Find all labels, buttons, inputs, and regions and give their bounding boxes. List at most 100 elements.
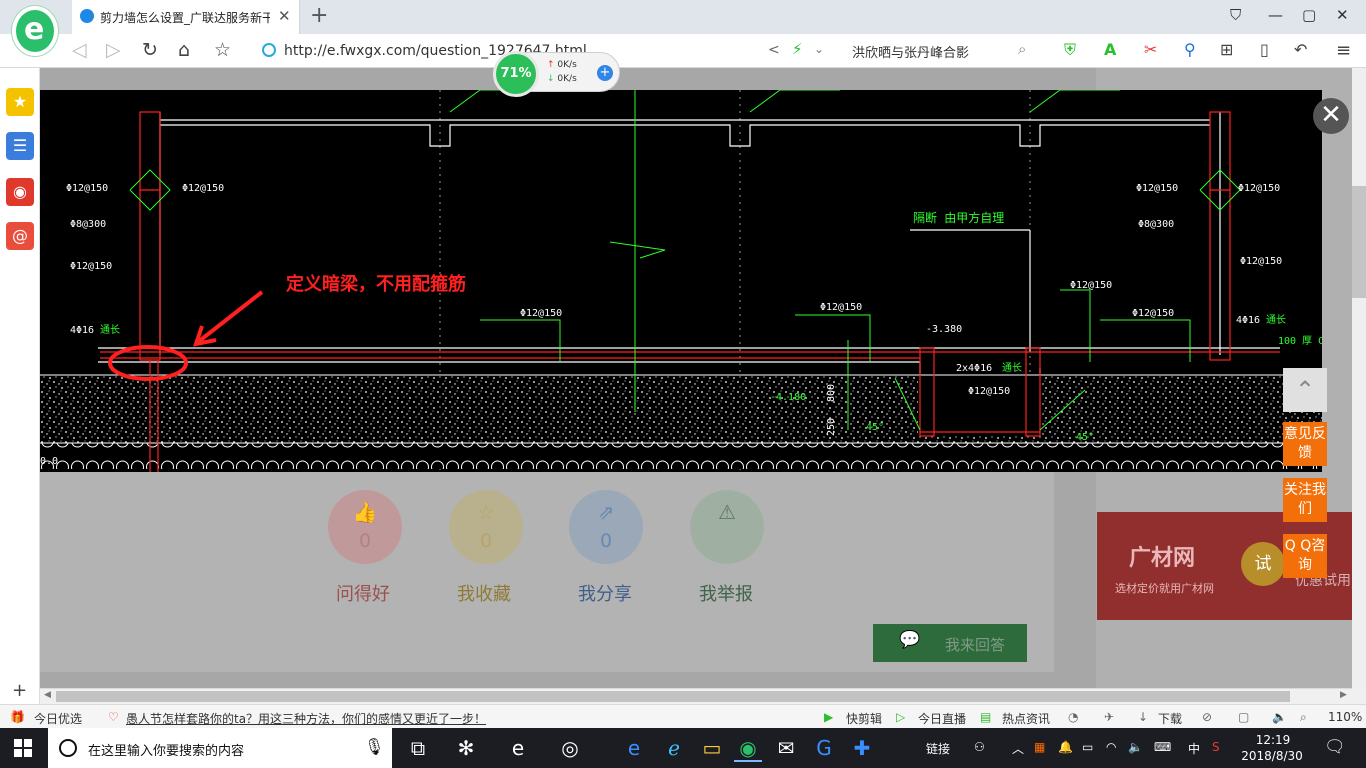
refresh-icon[interactable]: ↻	[142, 39, 158, 61]
glodon-icon[interactable]: G	[810, 734, 838, 762]
stat-good-question[interactable]: 👍 0	[328, 490, 402, 564]
scissors-icon[interactable]: ✂	[1144, 40, 1157, 59]
stat-icon: ⇗	[597, 500, 615, 524]
vertical-scrollbar[interactable]	[1352, 68, 1366, 688]
apps-icon[interactable]: ⊞	[1220, 40, 1233, 59]
sidebar-favorites-icon[interactable]: ★	[6, 88, 34, 116]
scroll-right-icon[interactable]: ▶	[1340, 690, 1347, 700]
horizontal-scroll-thumb[interactable]	[56, 691, 1290, 702]
speed-test-icon[interactable]: ◔	[1068, 710, 1078, 724]
speed-mode-icon[interactable]: ⚡	[792, 40, 803, 58]
scroll-left-icon[interactable]: ◀	[44, 690, 51, 700]
stat-favorite[interactable]: ☆ 0	[449, 490, 523, 564]
label-rebar-left-4: Φ12@150	[70, 261, 112, 272]
close-lightbox-button[interactable]: ✕	[1313, 98, 1349, 134]
windows-start-icon[interactable]	[14, 739, 32, 757]
mail-icon[interactable]: ✉	[772, 734, 800, 762]
action-center-icon[interactable]: 🗨	[1324, 737, 1346, 757]
quick-edit-link[interactable]: 快剪辑	[846, 710, 882, 727]
sidebar-mail-icon[interactable]: @	[6, 222, 34, 250]
mute-icon[interactable]: 🔈	[1272, 710, 1287, 724]
window-bookmark-icon[interactable]: ⛉	[1230, 6, 1241, 24]
window-icon[interactable]: ▢	[1238, 710, 1249, 724]
label-rebar-right-5: Φ12@150	[1070, 280, 1112, 291]
site-info-icon[interactable]	[262, 43, 276, 57]
browser-tab[interactable]: 剪力墙怎么设置_广联达服务新干线 ✕	[72, 0, 300, 34]
label-rebar-right-2: Φ12@150	[1238, 183, 1280, 194]
label-partition: 隔断 由甲方自理	[913, 210, 1004, 225]
magnifier-icon[interactable]: ⚲	[1184, 40, 1196, 59]
stat-share[interactable]: ⇗ 0	[569, 490, 643, 564]
notification-bell-icon[interactable]: 🔔	[1058, 740, 1073, 754]
home-icon[interactable]: ⌂	[178, 39, 190, 61]
live-link[interactable]: 今日直播	[918, 710, 966, 727]
tray-expand-icon[interactable]: ︿	[1012, 740, 1024, 757]
battery-icon[interactable]: ▭	[1082, 740, 1093, 754]
clock-time[interactable]: 12:19	[1248, 733, 1298, 747]
taskbar-search-input[interactable]: 在这里输入你要搜索的内容	[88, 740, 244, 759]
clock-date[interactable]: 2018/8/30	[1236, 749, 1308, 763]
ie-icon[interactable]: ℯ	[660, 734, 688, 762]
ad-logo: 广材网	[1129, 546, 1196, 571]
restore-button[interactable]: ▢	[1302, 6, 1316, 24]
network-speed-widget[interactable]: 71% ↑ 0K/s ↓ 0K/s +	[493, 51, 620, 97]
clean-icon[interactable]: ⊘	[1202, 710, 1212, 724]
forward-icon[interactable]: ▷	[106, 39, 121, 61]
reader-icon[interactable]: ▯	[1260, 40, 1269, 59]
feedback-button[interactable]: 意见反馈	[1283, 422, 1327, 466]
answer-button[interactable]: 💬 我来回答	[873, 624, 1027, 662]
chevron-down-icon[interactable]: ⌄	[814, 42, 824, 56]
headline-link[interactable]: 愚人节怎样套路你的ta？用这三种方法，你们的感情又更近了一步！	[126, 710, 486, 727]
pin-icon[interactable]: ✈	[1104, 710, 1114, 724]
tray-app-icon[interactable]: ▦	[1034, 740, 1045, 754]
people-icon[interactable]: ⚇	[974, 740, 985, 754]
speed-boost-icon[interactable]: +	[597, 65, 613, 81]
ime-indicator[interactable]: 中	[1188, 740, 1200, 757]
navigation-bar: ◁ ▷ ↻ ⌂ ☆ http://e.fwxgx.com/question_19…	[0, 34, 1366, 68]
follow-us-button[interactable]: 关注我们	[1283, 478, 1327, 522]
today-picks[interactable]: 今日优选	[34, 710, 82, 727]
share-icon[interactable]: <	[768, 42, 780, 58]
download-link[interactable]: 下载	[1158, 710, 1182, 727]
hot-news-link[interactable]: 热点资讯	[1002, 710, 1050, 727]
qq-consult-button[interactable]: Q Q咨询	[1283, 534, 1327, 578]
quick-edit-icon: ▶	[824, 710, 834, 724]
tray-link[interactable]: 链接	[926, 740, 950, 757]
sidebar-add-button[interactable]: +	[12, 680, 27, 701]
browser-360-icon[interactable]: ◎	[556, 734, 584, 762]
new-tab-button[interactable]: +	[310, 3, 328, 28]
tab-close-icon[interactable]: ✕	[278, 7, 291, 25]
search-icon[interactable]: ⌕	[1018, 40, 1026, 58]
taskbar-search[interactable]: 在这里输入你要搜索的内容 🎙	[48, 728, 392, 768]
close-window-button[interactable]: ✕	[1336, 6, 1349, 24]
volume-icon[interactable]: 🔈	[1128, 740, 1143, 754]
wifi-icon[interactable]: ◠	[1106, 740, 1116, 754]
file-explorer-icon[interactable]: ▭	[698, 734, 726, 762]
task-view-icon[interactable]: ⧉	[404, 734, 432, 762]
edge-blue-icon[interactable]: e	[620, 734, 648, 762]
translate-icon[interactable]: A	[1104, 40, 1116, 59]
tool-app-icon[interactable]: ✚	[848, 734, 876, 762]
stat-report[interactable]: ⚠	[690, 490, 764, 564]
sidebar-news-icon[interactable]: ☰	[6, 132, 34, 160]
active-browser-icon[interactable]: ◉	[734, 734, 762, 762]
menu-icon[interactable]: ≡	[1336, 40, 1351, 61]
fan-app-icon[interactable]: ✻	[452, 734, 480, 762]
minimize-button[interactable]: —	[1268, 6, 1283, 24]
vertical-scroll-thumb[interactable]	[1352, 186, 1366, 298]
favorite-icon[interactable]: ☆	[214, 39, 231, 61]
answer-button-label: 我来回答	[945, 636, 1006, 654]
browser-logo[interactable]: e	[12, 6, 58, 56]
undo-icon[interactable]: ↶	[1294, 40, 1307, 59]
zoom-level[interactable]: 110%	[1328, 710, 1362, 724]
search-input[interactable]: 洪欣晒与张丹峰合影	[852, 42, 969, 61]
horizontal-scrollbar[interactable]: ◀ ▶	[40, 688, 1352, 704]
sidebar-weibo-icon[interactable]: ◉	[6, 178, 34, 206]
keyboard-icon[interactable]: ⌨	[1154, 740, 1171, 754]
microphone-icon[interactable]: 🎙	[364, 737, 384, 756]
shield-icon[interactable]: ⛨	[1064, 40, 1076, 60]
back-icon[interactable]: ◁	[72, 39, 87, 61]
back-to-top-button[interactable]: ⌃	[1283, 368, 1327, 412]
sogou-icon[interactable]: S	[1212, 740, 1220, 754]
edge-icon[interactable]: e	[504, 734, 532, 762]
